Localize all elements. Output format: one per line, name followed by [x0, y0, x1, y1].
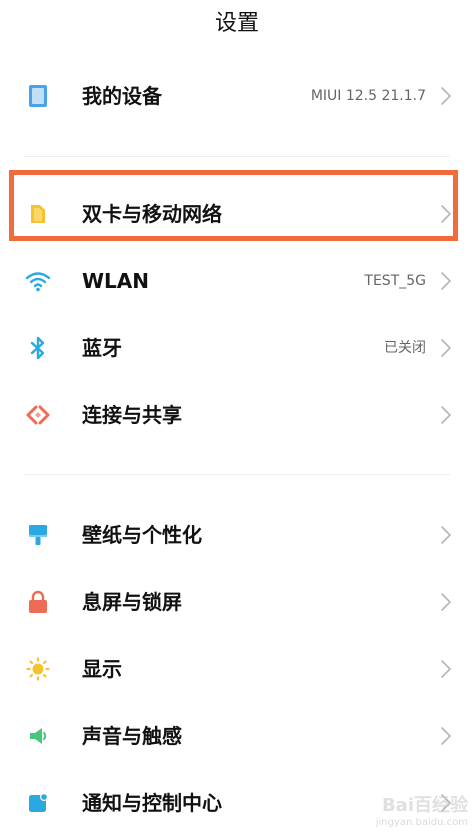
- settings-item-dual-sim[interactable]: 双卡与移动网络: [0, 186, 474, 242]
- settings-item-label: 壁纸与个性化: [82, 523, 202, 547]
- settings-item-value: TEST_5G: [364, 273, 426, 289]
- settings-item-my-device[interactable]: 我的设备 MIUI 12.5 21.1.7: [0, 68, 474, 124]
- settings-item-label: 我的设备: [82, 84, 162, 108]
- sim-card-icon: [24, 200, 52, 228]
- chevron-right-icon: [441, 406, 451, 424]
- settings-item-label: WLAN: [82, 269, 150, 293]
- settings-item-label: 双卡与移动网络: [82, 202, 222, 226]
- settings-item-sound[interactable]: 声音与触感: [0, 708, 474, 764]
- lock-icon: [24, 588, 52, 616]
- chevron-right-icon: [441, 205, 451, 223]
- settings-item-label: 通知与控制中心: [82, 791, 222, 815]
- chevron-right-icon: [441, 339, 451, 357]
- wifi-icon: [24, 267, 52, 295]
- watermark-subtext: jingyan.baidu.com: [375, 817, 468, 828]
- settings-item-label: 声音与触感: [82, 724, 182, 748]
- connection-share-icon: [24, 401, 52, 429]
- bluetooth-icon: [24, 334, 52, 362]
- settings-item-display[interactable]: 显示: [0, 641, 474, 697]
- settings-item-value: 已关闭: [384, 340, 426, 356]
- chevron-right-icon: [441, 272, 451, 290]
- page-title: 设置: [214, 11, 259, 36]
- chevron-right-icon: [441, 727, 451, 745]
- sun-display-icon: [24, 655, 52, 683]
- settings-item-value: MIUI 12.5 21.1.7: [310, 88, 426, 104]
- section-divider: [24, 156, 450, 157]
- chevron-right-icon: [441, 526, 451, 544]
- settings-screen: 设置 我的设备 MIUI 12.5 21.1.7 双卡与移动网络 WLAN TE…: [0, 0, 474, 839]
- settings-item-label: 息屏与锁屏: [82, 590, 182, 614]
- phone-device-icon: [24, 82, 52, 110]
- section-divider: [24, 474, 450, 475]
- settings-item-label: 显示: [82, 657, 122, 681]
- watermark-text: Bai百经验: [381, 795, 468, 816]
- wallpaper-brush-icon: [24, 521, 52, 549]
- chevron-right-icon: [441, 593, 451, 611]
- settings-item-connection-sharing[interactable]: 连接与共享: [0, 387, 474, 443]
- settings-item-wallpaper[interactable]: 壁纸与个性化: [0, 507, 474, 563]
- baidu-watermark: Bai百经验 jingyan.baidu.com: [348, 795, 468, 831]
- settings-item-bluetooth[interactable]: 蓝牙 已关闭: [0, 320, 474, 376]
- settings-item-label: 蓝牙: [82, 336, 122, 360]
- speaker-icon: [24, 722, 52, 750]
- chevron-right-icon: [441, 660, 451, 678]
- notification-icon: [24, 789, 52, 817]
- chevron-right-icon: [441, 87, 451, 105]
- settings-item-wlan[interactable]: WLAN TEST_5G: [0, 253, 474, 309]
- settings-item-lock-screen[interactable]: 息屏与锁屏: [0, 574, 474, 630]
- settings-item-label: 连接与共享: [82, 403, 182, 427]
